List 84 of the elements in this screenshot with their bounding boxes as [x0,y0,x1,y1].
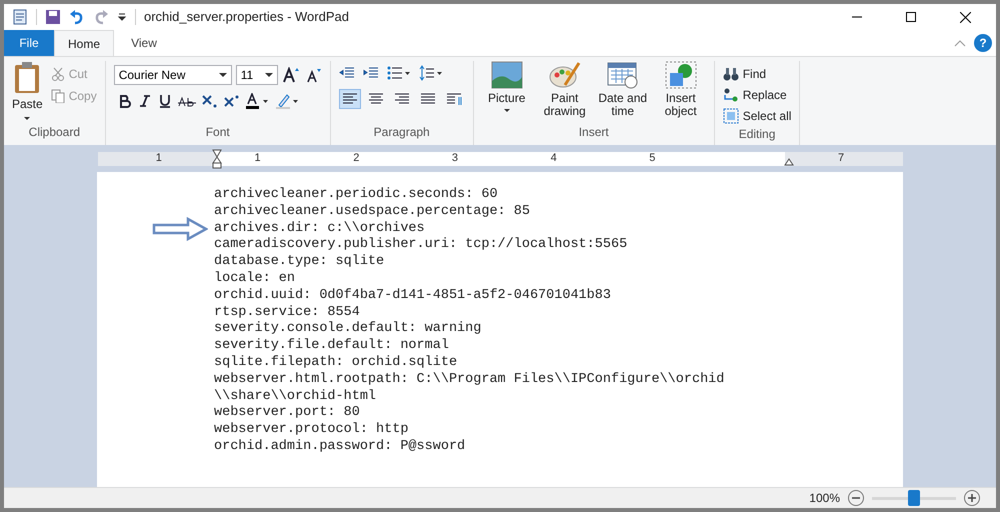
insert-button[interactable]: Date and time [598,61,648,123]
line-spacing-icon [418,65,443,81]
replace-icon [722,87,739,103]
document-icon [12,9,28,25]
ruler-number: 7 [838,151,844,166]
maximize-icon [906,12,916,22]
text-color-icon [246,93,270,109]
scissors-icon [50,67,65,81]
plus-icon [968,494,976,502]
save-icon [45,9,61,25]
superscript-icon [224,94,240,108]
group-label: Paragraph [372,124,431,141]
grow-font-icon [282,67,300,83]
group-label: Insert [578,124,610,141]
bold-icon [118,94,132,108]
insert-button[interactable]: Paint drawing [540,61,590,123]
document-line: rtsp.service: 8554 [214,304,361,321]
ruler-number: 5 [649,151,656,166]
group-label: Font [204,124,231,141]
ribbon-tab[interactable]: Home [54,30,114,56]
indent-marker[interactable] [212,148,222,168]
document-line: sqlite.filepath: orchid.sqlite [214,354,458,372]
highlighter-icon [276,93,300,109]
ruler-number: 2 [353,151,360,166]
right-indent-marker[interactable] [784,158,794,166]
group-label: Editing [738,126,776,143]
editing-button[interactable]: Find [722,65,792,83]
editing-button[interactable]: Replace [722,86,792,104]
document-line: \\share\\orchid-html [214,388,378,405]
font-size-dropdown[interactable]: 11 [236,65,278,85]
insert-button[interactable]: Picture [482,61,532,123]
align-left-icon [338,89,361,109]
subscript-icon [202,94,218,108]
help-button[interactable]: ? [974,34,992,52]
italic-icon [138,94,152,108]
document-line: cameradiscovery.publisher.uri: tcp://localhost:5565 [214,237,628,254]
strikethrough-icon [178,94,196,108]
select-all-icon [722,108,739,124]
ruler-number: 1 [156,151,162,166]
underline-icon [158,94,172,108]
calendar-clock-icon [606,61,639,89]
ruler-number: 1 [254,151,261,166]
document-line: orchid.admin.password: P@ssword [214,438,466,456]
editing-button[interactable]: Select all [722,107,792,125]
document-line: locale: en [214,270,296,288]
caret-icon [24,117,30,120]
document-line: severity.console.default: warning [214,321,482,338]
group-label: Clipboard [28,124,82,141]
paste-button[interactable]: Paste [12,61,43,123]
caret-icon [264,73,273,77]
document-line: webserver.protocol: http [214,422,410,439]
insert-button[interactable]: Insert object [656,61,706,123]
document-line: webserver.port: 80 [214,405,361,422]
palette-icon [548,61,581,89]
zoom-slider[interactable] [872,490,956,506]
bullet-list-icon [386,65,411,81]
document-line: severity.file.default: normal [214,338,450,355]
document-line: database.type: sqlite [214,254,386,271]
landscape-icon [490,61,523,89]
document-line: archives.dir: c:\\orchives [214,220,426,237]
document-line: archivecleaner.periodic.seconds: 60 [214,187,499,204]
close-icon [960,12,970,22]
ruler-number: 4 [550,151,557,166]
ruler-number: 3 [452,151,458,166]
undo-icon [69,9,85,25]
arrow-icon [152,217,208,241]
document-line: orchid.uuid: 0d0f4ba7-d141-4851-a5f2-046701041b83 [214,288,612,305]
zoom-out-button[interactable] [848,490,864,506]
binoculars-icon [722,66,739,82]
caret-icon [504,109,510,112]
document-line: webserver.html.rootpath: C:\\Program Files\\IPConfigure\\orchid [214,372,726,389]
ribbon-tab[interactable]: File [4,30,54,56]
zoom-level: 100% [809,490,840,507]
font-family-dropdown[interactable]: Courier New [114,65,232,85]
window-title: orchid_server.properties - WordPad [144,8,349,26]
minus-icon [852,497,860,499]
document-line: archivecleaner.usedspace.percentage: 85 [214,204,531,221]
caret-icon [218,73,227,77]
zoom-in-button[interactable] [964,490,980,506]
customize-caret-icon [117,12,127,22]
copy-icon [50,89,65,103]
ribbon-tab[interactable]: View [114,30,174,56]
collapse-ribbon-icon [954,39,966,47]
redo-icon [93,9,109,25]
